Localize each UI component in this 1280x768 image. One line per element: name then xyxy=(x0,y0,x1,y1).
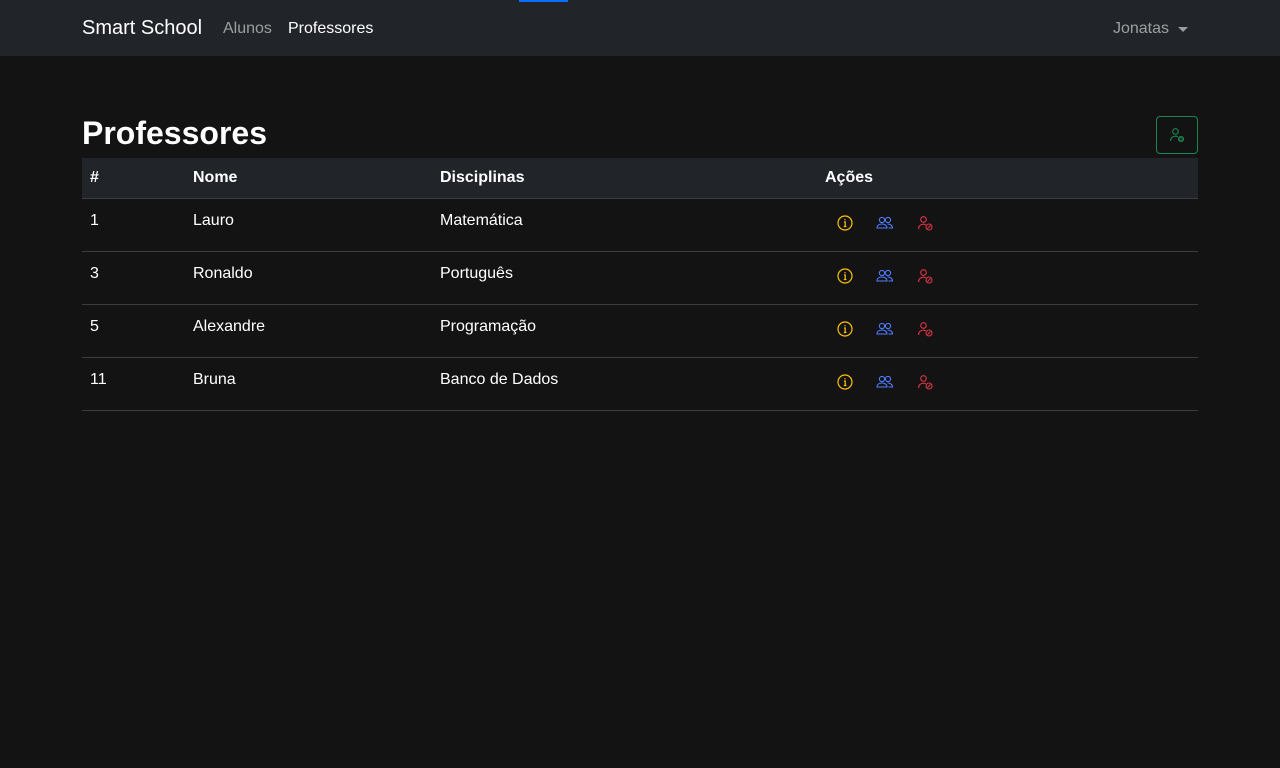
header-nome: Nome xyxy=(185,158,432,199)
details-button[interactable] xyxy=(833,211,857,235)
details-button[interactable] xyxy=(833,370,857,394)
people-icon xyxy=(876,215,894,231)
caret-down-icon xyxy=(1178,26,1188,32)
remove-button[interactable] xyxy=(913,317,937,341)
header-acoes: Ações xyxy=(817,158,1198,199)
person-add-icon xyxy=(1169,128,1184,142)
cell-nome: Alexandre xyxy=(185,304,432,358)
cell-disciplinas: Português xyxy=(432,251,817,305)
cell-nome: Bruna xyxy=(185,357,432,411)
cell-acoes xyxy=(817,251,1198,305)
brand-link[interactable]: Smart School xyxy=(82,16,202,40)
user-dropdown[interactable]: Jonatas xyxy=(1113,19,1188,39)
row-actions xyxy=(825,365,1190,394)
cell-nome: Ronaldo xyxy=(185,251,432,305)
cell-id: 3 xyxy=(82,251,185,305)
header-id: # xyxy=(82,158,185,199)
person-remove-icon xyxy=(917,215,933,231)
add-professor-button[interactable] xyxy=(1156,116,1198,154)
info-icon xyxy=(837,320,853,337)
person-remove-icon xyxy=(917,268,933,284)
table-row: 3 Ronaldo Português xyxy=(82,251,1198,305)
cell-disciplinas: Matemática xyxy=(432,198,817,252)
user-name: Jonatas xyxy=(1112,20,1169,37)
people-icon xyxy=(876,374,894,390)
details-button[interactable] xyxy=(833,317,857,341)
info-icon xyxy=(837,373,853,390)
students-button[interactable] xyxy=(873,211,897,235)
students-button[interactable] xyxy=(873,370,897,394)
cell-id: 11 xyxy=(82,357,185,411)
cell-id: 5 xyxy=(82,304,185,358)
info-icon xyxy=(837,267,853,284)
details-button[interactable] xyxy=(833,264,857,288)
nav-link-alunos[interactable]: Alunos xyxy=(223,19,272,39)
cell-acoes xyxy=(817,357,1198,411)
table-header-row: # Nome Disciplinas Ações xyxy=(82,158,1198,199)
table-row: 1 Lauro Matemática xyxy=(82,198,1198,252)
table-row: 5 Alexandre Programação xyxy=(82,304,1198,358)
cell-acoes xyxy=(817,198,1198,252)
people-icon xyxy=(876,268,894,284)
table-row: 11 Bruna Banco de Dados xyxy=(82,357,1198,411)
person-remove-icon xyxy=(917,321,933,337)
cell-acoes xyxy=(817,304,1198,358)
cell-nome: Lauro xyxy=(185,198,432,252)
professores-table: # Nome Disciplinas Ações 1 Lauro Matemátic… xyxy=(82,158,1198,411)
cell-id: 1 xyxy=(82,198,185,252)
remove-button[interactable] xyxy=(913,264,937,288)
person-remove-icon xyxy=(917,374,933,390)
row-actions xyxy=(825,206,1190,235)
nav-link-professores[interactable]: Professores xyxy=(288,19,373,39)
remove-button[interactable] xyxy=(913,211,937,235)
header-disciplinas: Disciplinas xyxy=(432,158,817,199)
cell-disciplinas: Programação xyxy=(432,304,817,358)
nav-indicator xyxy=(519,0,568,2)
people-icon xyxy=(876,321,894,337)
students-button[interactable] xyxy=(873,264,897,288)
students-button[interactable] xyxy=(873,317,897,341)
row-actions xyxy=(825,259,1190,288)
top-navbar: Smart School Alunos Professores Jonatas xyxy=(0,0,1280,56)
remove-button[interactable] xyxy=(913,370,937,394)
page-title: Professores xyxy=(82,115,267,151)
row-actions xyxy=(825,312,1190,341)
cell-disciplinas: Banco de Dados xyxy=(432,357,817,411)
info-icon xyxy=(837,214,853,231)
